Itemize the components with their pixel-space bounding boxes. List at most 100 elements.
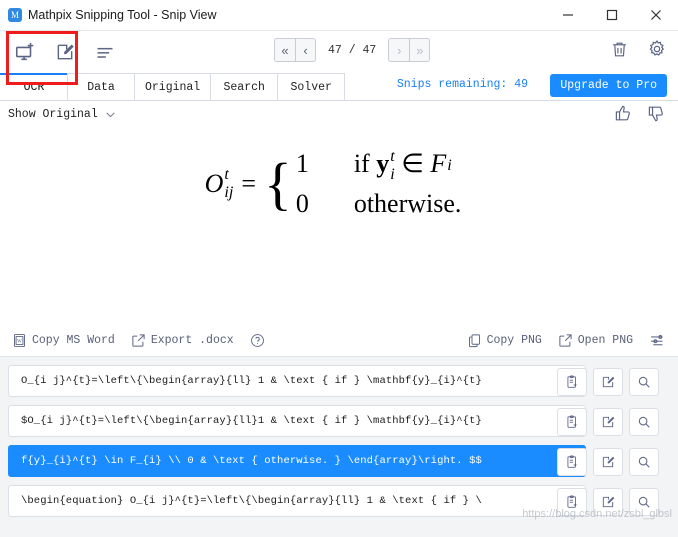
case-2-condition: otherwise. bbox=[353, 189, 462, 219]
copy-latex-button[interactable] bbox=[557, 408, 587, 436]
copy-latex-button[interactable] bbox=[557, 368, 587, 396]
case-1-variable-scripts: ti bbox=[390, 148, 395, 184]
case-1-value: 1 bbox=[295, 149, 309, 179]
tab-ocr[interactable]: OCR bbox=[0, 73, 68, 100]
equation-preview: Ot ij = { 1 if yti ∈ Fi 0 otherwise. bbox=[0, 127, 678, 324]
latex-text: \begin{equation} O_{i j}^{t}=\left\{\beg… bbox=[21, 495, 482, 507]
open-png-label: Open PNG bbox=[577, 333, 633, 347]
row-action-buttons bbox=[557, 366, 659, 398]
equation-lhs-sup: t bbox=[224, 166, 229, 183]
search-latex-button[interactable] bbox=[629, 488, 659, 516]
row-action-buttons bbox=[557, 486, 659, 518]
equation-left-brace: { bbox=[263, 151, 292, 217]
equation-lhs-scripts: t ij bbox=[224, 166, 234, 202]
table-row[interactable]: \begin{equation} O_{i j}^{t}=\left\{\beg… bbox=[8, 485, 659, 517]
tab-data[interactable]: Data bbox=[67, 73, 135, 100]
window-title: Mathpix Snipping Tool - Snip View bbox=[28, 8, 217, 22]
maximize-icon[interactable] bbox=[590, 0, 634, 30]
gear-icon[interactable] bbox=[646, 38, 668, 60]
result-rows-wrapper: O_{i j}^{t}=\left\{\begin{array}{ll} 1 &… bbox=[0, 365, 678, 517]
png-settings-button[interactable] bbox=[649, 332, 666, 349]
copy-latex-button[interactable] bbox=[557, 448, 587, 476]
new-snip-icon[interactable] bbox=[12, 39, 38, 65]
first-page-button[interactable]: « bbox=[274, 38, 295, 62]
case-1-set: F bbox=[430, 149, 447, 179]
tab-original[interactable]: Original bbox=[134, 73, 212, 100]
word-doc-icon: W bbox=[12, 333, 27, 348]
copy-ms-word-button[interactable]: W Copy MS Word bbox=[12, 333, 115, 348]
edit-latex-button[interactable] bbox=[593, 448, 623, 476]
export-action-bar: W Copy MS Word Export .docx Copy PNG Ope… bbox=[0, 324, 678, 357]
toolbar-icon-group bbox=[0, 39, 118, 65]
show-original-toggle[interactable]: Show Original bbox=[8, 108, 117, 121]
latex-text: f{y}_{i}^{t} \in F_{i} \\ 0 & \text { ot… bbox=[21, 455, 482, 467]
latex-text: $O_{i j}^{t}=\left\{\begin{array}{ll}1 &… bbox=[21, 415, 482, 427]
equation-case-2: 0 otherwise. bbox=[296, 189, 462, 219]
upgrade-to-pro-button[interactable]: Upgrade to Pro bbox=[550, 74, 667, 97]
case-1-condition: if yti ∈ Fi bbox=[354, 148, 452, 184]
edit-latex-button[interactable] bbox=[593, 408, 623, 436]
svg-text:W: W bbox=[17, 339, 22, 344]
tab-search[interactable]: Search bbox=[210, 73, 279, 100]
toolbar-right-group bbox=[608, 38, 668, 60]
case-1-set-scripts: i bbox=[447, 157, 452, 175]
case-1-set-sub: i bbox=[447, 157, 452, 175]
edit-snip-icon[interactable] bbox=[52, 39, 78, 65]
case-1-variable: y bbox=[376, 149, 390, 179]
search-latex-button[interactable] bbox=[629, 408, 659, 436]
export-docx-button[interactable]: Export .docx bbox=[131, 333, 234, 348]
equation-case-1: 1 if yti ∈ Fi bbox=[295, 148, 462, 184]
latex-text: O_{i j}^{t}=\left\{\begin{array}{ll} 1 &… bbox=[21, 375, 482, 387]
search-latex-button[interactable] bbox=[629, 448, 659, 476]
table-row[interactable]: $O_{i j}^{t}=\left\{\begin{array}{ll}1 &… bbox=[8, 405, 659, 437]
case-2-value: 0 bbox=[295, 189, 309, 219]
main-toolbar: « ‹ 47 / 47 › » bbox=[0, 31, 678, 72]
help-button[interactable] bbox=[250, 333, 265, 348]
table-row[interactable]: f{y}_{i}^{t} \in F_{i} \\ 0 & \text { ot… bbox=[8, 445, 659, 477]
thumbs-up-icon[interactable] bbox=[614, 104, 633, 128]
external-link-icon bbox=[131, 333, 146, 348]
copy-png-button[interactable]: Copy PNG bbox=[467, 333, 542, 348]
feedback-group bbox=[614, 104, 666, 128]
external-link-icon bbox=[558, 333, 573, 348]
edit-latex-button[interactable] bbox=[593, 488, 623, 516]
png-action-group: Copy PNG Open PNG bbox=[467, 324, 666, 356]
show-original-label: Show Original bbox=[8, 107, 98, 121]
show-original-row: Show Original bbox=[0, 101, 678, 127]
table-row[interactable]: O_{i j}^{t}=\left\{\begin{array}{ll} 1 &… bbox=[8, 365, 659, 397]
next-page-button[interactable]: › bbox=[388, 38, 410, 62]
edit-latex-button[interactable] bbox=[593, 368, 623, 396]
equation-equals: = bbox=[241, 169, 256, 199]
last-page-button[interactable]: » bbox=[409, 38, 431, 62]
question-circle-icon bbox=[250, 333, 265, 348]
equation-cases: 1 if yti ∈ Fi 0 otherwise. bbox=[295, 148, 462, 219]
case-1-var-sub: i bbox=[390, 166, 395, 184]
chevron-down-icon bbox=[104, 108, 117, 121]
copy-ms-word-label: Copy MS Word bbox=[32, 333, 115, 347]
row-action-buttons bbox=[557, 406, 659, 438]
rendered-equation: Ot ij = { 1 if yti ∈ Fi 0 otherwise. bbox=[205, 148, 462, 219]
close-icon[interactable] bbox=[634, 0, 678, 30]
app-logo-icon: M bbox=[8, 8, 22, 22]
tab-bar: OCR Data Original Search Solver Snips re… bbox=[0, 72, 678, 101]
search-latex-button[interactable] bbox=[629, 368, 659, 396]
open-png-button[interactable]: Open PNG bbox=[558, 333, 633, 348]
page-indicator: 47 / 47 bbox=[328, 43, 377, 57]
latex-results-list: O_{i j}^{t}=\left\{\begin{array}{ll} 1 &… bbox=[0, 357, 678, 537]
case-1-member-symbol: ∈ bbox=[401, 149, 424, 179]
thumbs-down-icon[interactable] bbox=[647, 104, 666, 128]
copy-png-label: Copy PNG bbox=[486, 333, 542, 347]
page-navigation: « ‹ 47 / 47 › » bbox=[274, 38, 431, 62]
trash-icon[interactable] bbox=[608, 38, 630, 60]
tab-solver[interactable]: Solver bbox=[277, 73, 346, 100]
copy-icon bbox=[467, 333, 482, 348]
sliders-icon bbox=[649, 332, 666, 349]
prev-page-button[interactable]: ‹ bbox=[295, 38, 316, 62]
snips-remaining-label: Snips remaining: 49 bbox=[396, 78, 528, 91]
minimize-icon[interactable] bbox=[546, 0, 590, 30]
title-bar: M Mathpix Snipping Tool - Snip View bbox=[0, 0, 678, 31]
list-view-icon[interactable] bbox=[92, 39, 118, 65]
equation-lhs-sub: ij bbox=[224, 184, 234, 202]
copy-latex-button[interactable] bbox=[557, 488, 587, 516]
case-1-var-sup: t bbox=[390, 148, 395, 165]
